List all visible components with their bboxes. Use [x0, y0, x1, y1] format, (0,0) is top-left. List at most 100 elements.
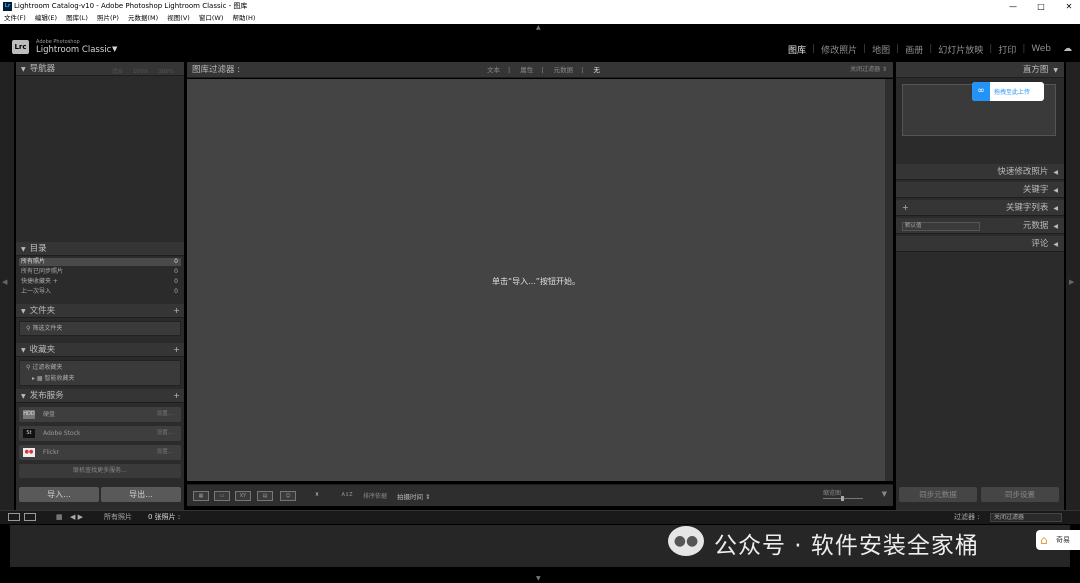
catalog-title: 目录	[29, 244, 47, 254]
collections-header[interactable]: ▼ 收藏夹 +	[16, 343, 184, 357]
triangle-down-icon: ▼	[21, 347, 26, 354]
triangle-left-icon: ◀	[1053, 223, 1058, 230]
grid-view-icon[interactable]: ▦	[193, 491, 209, 501]
sort-select[interactable]: 拍摄时间 ⇕	[397, 491, 431, 501]
catalog-header[interactable]: ▼ 目录	[16, 242, 184, 256]
menu-window[interactable]: 窗口(W)	[199, 14, 224, 22]
menu-metadata[interactable]: 元数据(M)	[128, 14, 158, 22]
keyword-list-title: 关键字列表	[1005, 203, 1049, 213]
filmstrip-source[interactable]: 所有照片	[104, 511, 132, 524]
menu-photo[interactable]: 照片(P)	[97, 14, 119, 22]
publish-services-header[interactable]: ▼ 发布服务 +	[16, 389, 184, 403]
add-keyword-icon[interactable]: +	[902, 200, 909, 216]
publish-adobe-stock[interactable]: St Adobe Stock 设置...	[19, 426, 181, 441]
menu-file[interactable]: 文件(F)	[4, 14, 26, 22]
minimize-button[interactable]: —	[1002, 0, 1024, 13]
left-panel-edge[interactable]	[0, 62, 14, 510]
module-library[interactable]: 图库	[782, 43, 812, 56]
sync-settings-button[interactable]: 同步设置	[981, 487, 1059, 502]
thumbnail-slider-handle[interactable]	[841, 496, 844, 501]
collapse-top-icon[interactable]: ▲	[536, 24, 541, 31]
triangle-right-icon: ▸ ▦	[32, 375, 45, 382]
collapse-bottom-icon[interactable]: ▼	[536, 575, 541, 582]
filter-metadata[interactable]: 元数据	[554, 66, 574, 74]
filmstrip-nav: ◀ ▶	[70, 511, 83, 524]
secondary-screen-icon[interactable]	[24, 513, 36, 521]
folders-header[interactable]: ▼ 文件夹 +	[16, 304, 184, 318]
histogram-header[interactable]: 直方图 ▼	[896, 62, 1064, 78]
painter-icon[interactable]: ♜	[313, 491, 321, 501]
compare-view-icon[interactable]: XY	[235, 491, 251, 501]
catalog-row-all-photos[interactable]: 所有照片 0	[19, 258, 181, 266]
right-panel-toggle-icon[interactable]: ▶	[1069, 278, 1074, 286]
setup-button[interactable]: 设置...	[157, 407, 173, 422]
empty-catalog-message: 单击“导入...”按钮开始。	[492, 277, 580, 286]
keyword-list-header[interactable]: + 关键字列表 ◀	[896, 200, 1064, 216]
close-button[interactable]: ✕	[1058, 0, 1080, 13]
find-more-services-button[interactable]: 联机查找更多服务...	[19, 464, 181, 478]
add-folder-icon[interactable]: +	[173, 304, 180, 318]
filter-text[interactable]: 文本	[487, 66, 500, 74]
navigator-header[interactable]: ▼ 导航器 适合 100% 300%	[16, 62, 184, 76]
brand-name[interactable]: Lightroom Classic	[36, 45, 111, 55]
triangle-down-icon: ▼	[21, 66, 26, 73]
publish-hard-drive[interactable]: HDD 硬盘 设置...	[19, 407, 181, 422]
folder-filter-input[interactable]: ⚲ 筛选文件夹	[19, 321, 181, 336]
library-toolbar: ▦ ▭ XY ▤ ☺ ♜ A↕Z 排序依据 拍摄时间 ⇕ 缩览图 ▼	[187, 484, 893, 506]
module-slideshow[interactable]: 幻灯片放映	[932, 43, 989, 56]
people-view-icon[interactable]: ☺	[280, 491, 296, 501]
export-button[interactable]: 导出...	[101, 487, 181, 502]
survey-view-icon[interactable]: ▤	[257, 491, 273, 501]
menu-help[interactable]: 帮助(H)	[232, 14, 255, 22]
keywording-header[interactable]: 关键字 ◀	[896, 182, 1064, 198]
menu-library[interactable]: 图库(L)	[66, 14, 88, 22]
module-map[interactable]: 地图	[866, 43, 896, 56]
sort-direction-icon[interactable]: A↕Z	[337, 491, 357, 501]
thumbnail-label: 缩览图	[823, 490, 842, 497]
filmstrip-filter-select[interactable]: 关闭过滤器	[990, 513, 1062, 522]
chevron-down-icon[interactable]: ▼	[112, 45, 117, 53]
module-print[interactable]: 打印	[992, 43, 1022, 56]
cloud-icon[interactable]: ☁	[1063, 44, 1072, 54]
loupe-view-icon[interactable]: ▭	[214, 491, 230, 501]
upload-badge[interactable]: ∞ 拖拽至此上传	[972, 82, 1044, 101]
grid-icon[interactable]: ▦	[56, 511, 63, 524]
sync-metadata-button[interactable]: 同步元数据	[899, 487, 977, 502]
app-icon: Lr	[3, 2, 12, 11]
quick-develop-header[interactable]: 快速修改照片 ◀	[896, 164, 1064, 180]
forward-arrow-icon[interactable]: ▶	[78, 513, 83, 521]
add-service-icon[interactable]: +	[173, 389, 180, 403]
module-web[interactable]: Web	[1025, 44, 1057, 54]
menu-view[interactable]: 视图(V)	[167, 14, 190, 22]
setup-button[interactable]: 设置...	[157, 445, 173, 460]
filter-none[interactable]: 无	[593, 66, 600, 74]
maximize-button[interactable]: □	[1030, 0, 1052, 13]
setup-button[interactable]: 设置...	[157, 426, 173, 441]
module-develop[interactable]: 修改照片	[815, 43, 863, 56]
triangle-down-icon: ▼	[21, 308, 26, 315]
import-button[interactable]: 导入...	[19, 487, 99, 502]
left-panel-toggle-icon[interactable]: ◀	[2, 278, 7, 286]
add-collection-icon[interactable]: +	[173, 343, 180, 357]
filmstrip-count[interactable]: 0 张照片 :	[148, 511, 180, 524]
metadata-title: 元数据	[1022, 221, 1049, 231]
primary-screen-icon[interactable]	[8, 513, 20, 521]
back-arrow-icon[interactable]: ◀	[70, 513, 75, 521]
toolbar-options-icon[interactable]: ▼	[882, 490, 887, 498]
grid-scrollbar[interactable]	[885, 79, 893, 481]
adobe-stock-icon: St	[23, 429, 35, 438]
metadata-preset-select[interactable]: 默认值	[902, 222, 980, 231]
catalog-row-quick-collection[interactable]: 快捷收藏夹 +0	[19, 278, 181, 286]
sort-label: 排序依据	[363, 493, 388, 500]
catalog-row-previous-import[interactable]: 上一次导入 0	[19, 288, 181, 296]
menu-edit[interactable]: 编辑(E)	[35, 14, 57, 22]
collection-filter-input[interactable]: ⚲ 过滤收藏夹 ▸ ▦ 智能收藏夹	[19, 360, 181, 386]
smart-collections-row[interactable]: ▸ ▦ 智能收藏夹	[26, 374, 180, 383]
filter-attribute[interactable]: 属性	[520, 66, 533, 74]
catalog-row-synced[interactable]: 所有已同步照片 0	[19, 268, 181, 276]
filter-preset-select[interactable]: 关闭过滤器 ⇕	[850, 62, 887, 78]
right-panel-edge[interactable]	[1066, 62, 1080, 510]
publish-flickr[interactable]: ●● Flickr 设置...	[19, 445, 181, 460]
comments-header[interactable]: 评论 ◀	[896, 236, 1064, 252]
module-book[interactable]: 画册	[899, 43, 929, 56]
